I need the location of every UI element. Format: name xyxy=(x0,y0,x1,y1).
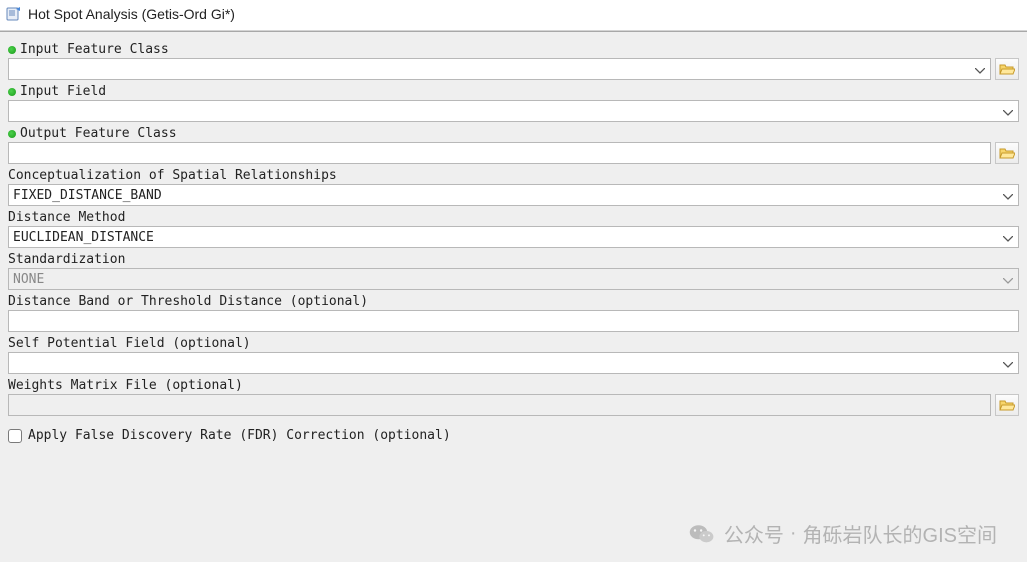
label-text: Distance Band or Threshold Distance (opt… xyxy=(8,294,368,309)
browse-output-feature-class-button[interactable] xyxy=(995,142,1019,164)
label-text: Weights Matrix File (optional) xyxy=(8,378,243,393)
required-marker-icon xyxy=(8,88,16,96)
apply-fdr-label: Apply False Discovery Rate (FDR) Correct… xyxy=(28,428,451,443)
conceptualization-select[interactable]: FIXED_DISTANCE_BAND xyxy=(8,184,1019,206)
label-conceptualization: Conceptualization of Spatial Relationshi… xyxy=(8,168,1019,183)
self-potential-field-select[interactable] xyxy=(8,352,1019,374)
required-marker-icon xyxy=(8,46,16,54)
label-text: Distance Method xyxy=(8,210,125,225)
parameters-form: Input Feature Class Input Field xyxy=(0,32,1027,562)
label-text: Self Potential Field (optional) xyxy=(8,336,251,351)
label-text: Standardization xyxy=(8,252,125,267)
label-standardization: Standardization xyxy=(8,252,1019,267)
label-text: Output Feature Class xyxy=(20,126,177,141)
label-distance-method: Distance Method xyxy=(8,210,1019,225)
label-self-potential-field: Self Potential Field (optional) xyxy=(8,336,1019,351)
label-output-feature-class: Output Feature Class xyxy=(8,126,1019,141)
weights-matrix-file-input[interactable] xyxy=(8,394,991,416)
label-input-feature-class: Input Feature Class xyxy=(8,42,1019,57)
input-field-select[interactable] xyxy=(8,100,1019,122)
output-feature-class-input[interactable] xyxy=(8,142,991,164)
required-marker-icon xyxy=(8,130,16,138)
tool-icon xyxy=(6,6,22,22)
input-feature-class-input[interactable] xyxy=(8,58,991,80)
label-weights-matrix-file: Weights Matrix File (optional) xyxy=(8,378,1019,393)
distance-band-input[interactable] xyxy=(8,310,1019,332)
folder-open-icon xyxy=(999,146,1015,160)
checkbox-icon xyxy=(8,429,22,443)
browse-input-feature-class-button[interactable] xyxy=(995,58,1019,80)
label-text: Input Field xyxy=(20,84,106,99)
standardization-select[interactable]: NONE xyxy=(8,268,1019,290)
label-input-field: Input Field xyxy=(8,84,1019,99)
apply-fdr-checkbox-row[interactable]: Apply False Discovery Rate (FDR) Correct… xyxy=(8,428,1019,443)
folder-open-icon xyxy=(999,398,1015,412)
folder-open-icon xyxy=(999,62,1015,76)
browse-weights-matrix-button[interactable] xyxy=(995,394,1019,416)
distance-method-select[interactable]: EUCLIDEAN_DISTANCE xyxy=(8,226,1019,248)
label-text: Input Feature Class xyxy=(20,42,169,57)
title-bar: Hot Spot Analysis (Getis-Ord Gi*) xyxy=(0,0,1027,28)
window-title: Hot Spot Analysis (Getis-Ord Gi*) xyxy=(28,6,235,22)
label-text: Conceptualization of Spatial Relationshi… xyxy=(8,168,337,183)
label-distance-band: Distance Band or Threshold Distance (opt… xyxy=(8,294,1019,309)
